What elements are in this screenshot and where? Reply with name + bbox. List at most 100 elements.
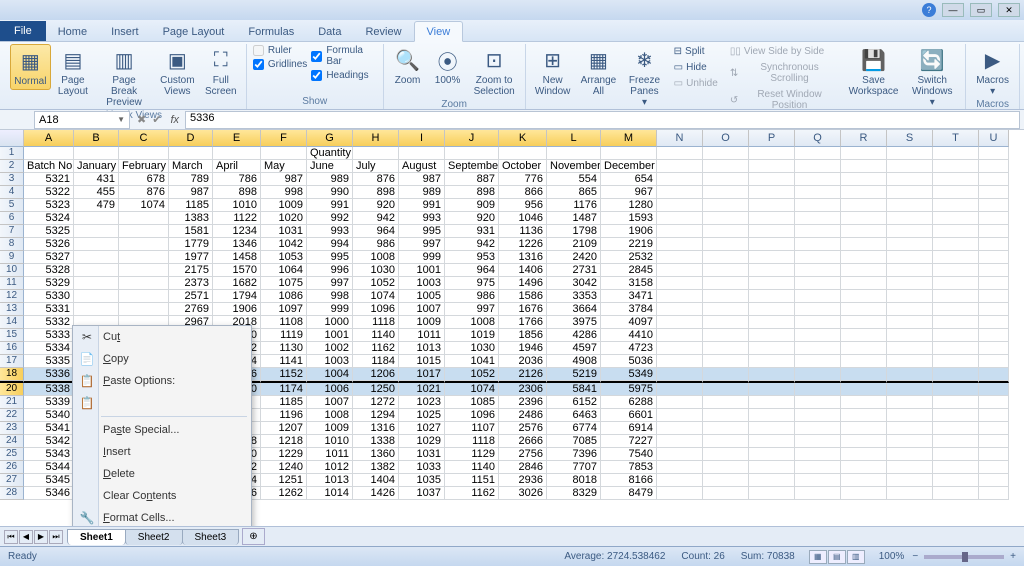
select-all-corner[interactable] xyxy=(0,130,24,147)
cell[interactable]: 3158 xyxy=(601,277,657,290)
cell[interactable] xyxy=(703,277,749,290)
cell[interactable]: 1013 xyxy=(399,342,445,355)
cell[interactable] xyxy=(703,474,749,487)
cell[interactable]: 1041 xyxy=(445,355,499,368)
cell[interactable] xyxy=(933,160,979,173)
save-workspace-button[interactable]: 💾Save Workspace xyxy=(846,44,901,99)
row-header[interactable]: 5 xyxy=(0,199,24,212)
cell[interactable]: October xyxy=(499,160,547,173)
cell[interactable]: 455 xyxy=(74,186,119,199)
cell[interactable] xyxy=(795,383,841,396)
column-header-J[interactable]: J xyxy=(445,130,499,147)
cell[interactable] xyxy=(749,342,795,355)
cell[interactable]: 1021 xyxy=(399,383,445,396)
cell[interactable]: 5346 xyxy=(24,487,74,500)
cell[interactable]: 898 xyxy=(445,186,499,199)
cell[interactable] xyxy=(749,474,795,487)
cell[interactable]: 995 xyxy=(307,251,353,264)
cell[interactable] xyxy=(933,238,979,251)
cell[interactable] xyxy=(703,435,749,448)
cell[interactable] xyxy=(887,355,933,368)
cell[interactable] xyxy=(979,212,1009,225)
cell[interactable] xyxy=(657,355,703,368)
cell[interactable]: 654 xyxy=(601,173,657,186)
cell[interactable] xyxy=(841,277,887,290)
cell[interactable] xyxy=(703,225,749,238)
cell[interactable] xyxy=(749,277,795,290)
column-header-K[interactable]: K xyxy=(499,130,547,147)
cell[interactable]: 4410 xyxy=(601,329,657,342)
cell[interactable] xyxy=(749,461,795,474)
cell[interactable]: 479 xyxy=(74,199,119,212)
cell[interactable]: 2420 xyxy=(547,251,601,264)
cell[interactable] xyxy=(841,316,887,329)
cell[interactable]: 5323 xyxy=(24,199,74,212)
cell[interactable] xyxy=(703,316,749,329)
cell[interactable] xyxy=(795,329,841,342)
cell[interactable] xyxy=(749,435,795,448)
cell[interactable]: 1011 xyxy=(399,329,445,342)
cell[interactable] xyxy=(933,147,979,160)
cell[interactable]: 1017 xyxy=(399,368,445,381)
cell[interactable]: 1207 xyxy=(261,422,307,435)
cell[interactable]: 5326 xyxy=(24,238,74,251)
row-header[interactable]: 28 xyxy=(0,487,24,500)
cell[interactable] xyxy=(657,264,703,277)
cell[interactable]: 1906 xyxy=(213,303,261,316)
cell[interactable]: 1487 xyxy=(547,212,601,225)
cell[interactable] xyxy=(657,316,703,329)
cell[interactable]: 5340 xyxy=(24,409,74,422)
cell[interactable] xyxy=(749,186,795,199)
cell[interactable] xyxy=(887,303,933,316)
cell[interactable] xyxy=(887,383,933,396)
cell[interactable]: 998 xyxy=(261,186,307,199)
cell[interactable] xyxy=(795,186,841,199)
cell[interactable] xyxy=(887,435,933,448)
cell[interactable]: Batch No. xyxy=(24,160,74,173)
column-header-H[interactable]: H xyxy=(353,130,399,147)
cell[interactable] xyxy=(213,147,261,160)
tab-home[interactable]: Home xyxy=(46,22,99,41)
cell[interactable]: 5341 xyxy=(24,422,74,435)
cell[interactable] xyxy=(657,212,703,225)
row-header[interactable]: 7 xyxy=(0,225,24,238)
cell[interactable]: 1136 xyxy=(499,225,547,238)
cell[interactable]: 1019 xyxy=(445,329,499,342)
cell[interactable]: 1086 xyxy=(261,290,307,303)
cell[interactable]: 2845 xyxy=(601,264,657,277)
cell[interactable]: 1009 xyxy=(261,199,307,212)
cell[interactable]: 1052 xyxy=(445,368,499,381)
cell[interactable] xyxy=(703,487,749,500)
cell[interactable]: 1030 xyxy=(353,264,399,277)
cell[interactable] xyxy=(933,212,979,225)
cell[interactable]: 1184 xyxy=(353,355,399,368)
column-header-I[interactable]: I xyxy=(399,130,445,147)
cell[interactable]: 5219 xyxy=(547,368,601,381)
cell[interactable] xyxy=(933,383,979,396)
cell[interactable] xyxy=(933,396,979,409)
cell[interactable] xyxy=(657,199,703,212)
cell[interactable] xyxy=(119,277,169,290)
cell[interactable] xyxy=(887,186,933,199)
cell[interactable] xyxy=(703,160,749,173)
cell[interactable]: 1009 xyxy=(399,316,445,329)
column-header-G[interactable]: G xyxy=(307,130,353,147)
cell[interactable]: 1404 xyxy=(353,474,399,487)
cell[interactable]: 786 xyxy=(213,173,261,186)
cell[interactable] xyxy=(933,342,979,355)
cell[interactable]: 1085 xyxy=(445,396,499,409)
page-break-button[interactable]: ▥Page Break Preview xyxy=(95,44,153,110)
cell[interactable]: 920 xyxy=(353,199,399,212)
column-header-M[interactable]: M xyxy=(601,130,657,147)
chevron-down-icon[interactable]: ▼ xyxy=(117,115,125,124)
cell[interactable]: 1570 xyxy=(213,264,261,277)
cell[interactable] xyxy=(979,225,1009,238)
cell[interactable] xyxy=(749,396,795,409)
cell[interactable] xyxy=(979,409,1009,422)
page-layout-button[interactable]: ▤Page Layout xyxy=(55,44,92,99)
cell[interactable] xyxy=(601,147,657,160)
cell[interactable] xyxy=(979,422,1009,435)
cell[interactable]: 1027 xyxy=(399,422,445,435)
cell[interactable]: 987 xyxy=(399,173,445,186)
cell[interactable] xyxy=(841,474,887,487)
